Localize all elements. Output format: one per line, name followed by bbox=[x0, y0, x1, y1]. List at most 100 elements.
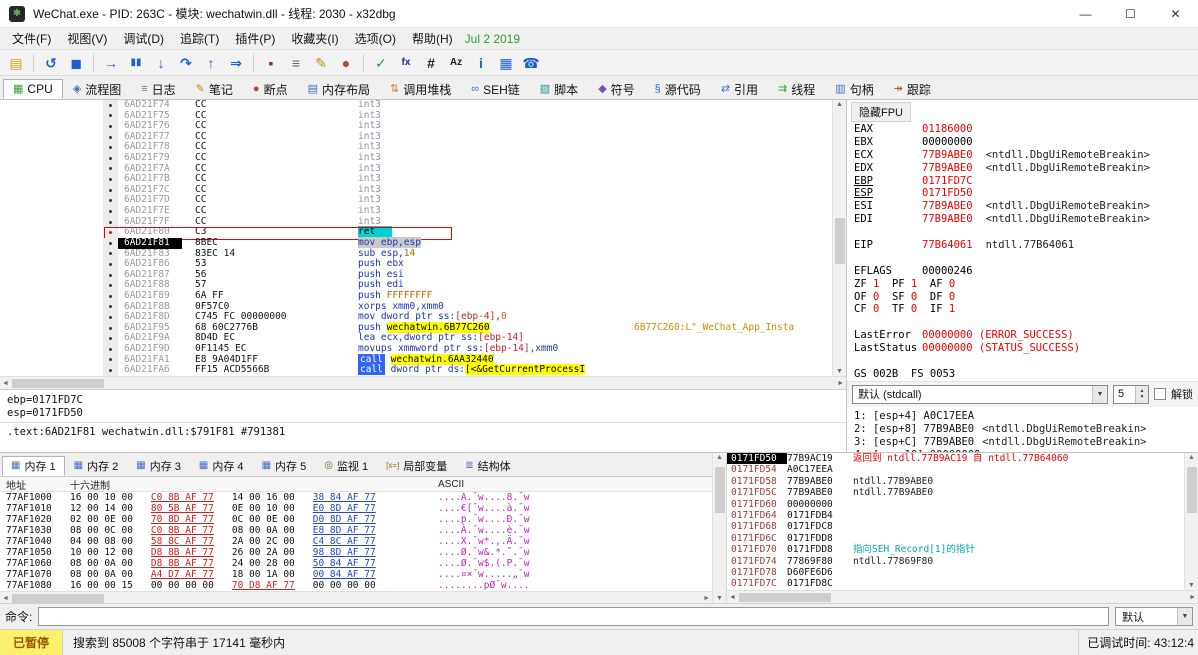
tab-内存 2[interactable]: ▦内存 2 bbox=[65, 456, 128, 476]
unlock-checkbox[interactable] bbox=[1154, 388, 1166, 400]
tab-脚本[interactable]: ▨脚本 bbox=[530, 79, 588, 99]
breakpoints-button[interactable]: ● bbox=[335, 52, 357, 74]
stop-button[interactable]: ◼ bbox=[65, 52, 87, 74]
attach-button[interactable]: ☎ bbox=[520, 52, 542, 74]
restart-button[interactable]: ↺ bbox=[40, 52, 62, 74]
call-arg-row[interactable]: 2: [esp+8] 77B9ABE0<ntdll.DbgUiRemoteBre… bbox=[854, 423, 1198, 436]
menu-item[interactable]: 追踪(T) bbox=[172, 28, 227, 49]
open-file-button[interactable]: ▤ bbox=[5, 52, 27, 74]
tab-日志[interactable]: ≡日志 bbox=[131, 79, 185, 99]
tab-流程图[interactable]: ◈流程图 bbox=[63, 79, 131, 99]
scroll-up-icon[interactable]: ▲ bbox=[1188, 454, 1195, 461]
disasm-vscrollbar[interactable]: ▲ ▼ bbox=[832, 100, 846, 376]
register-row[interactable]: EBP0171FD7C bbox=[854, 175, 1198, 188]
hide-fpu-button[interactable]: 隐藏FPU bbox=[851, 102, 911, 122]
minimize-button[interactable]: — bbox=[1063, 0, 1108, 27]
run-button[interactable]: → bbox=[100, 52, 122, 74]
tab-符号[interactable]: ◆符号 bbox=[588, 79, 644, 99]
stack-row[interactable]: 0171FD700171FDD8指向SEH_Record[1]的指针 bbox=[727, 544, 1184, 555]
register-row[interactable]: EBX00000000 bbox=[854, 136, 1198, 149]
tab-断点[interactable]: ●断点 bbox=[243, 79, 298, 99]
memory-map-button[interactable]: ▦ bbox=[495, 52, 517, 74]
command-input[interactable] bbox=[38, 607, 1109, 626]
register-row[interactable]: ESP0171FD50 bbox=[854, 187, 1198, 200]
stack-row[interactable]: 0171FD5077B9AC19返回到 ntdll.77B9AC19 自 ntd… bbox=[727, 453, 1184, 464]
stack-row[interactable]: 0171FD78D60FE6D6 bbox=[727, 567, 1184, 578]
register-row[interactable]: CF 0 TF 0 IF 1 bbox=[854, 303, 1198, 316]
register-row[interactable]: EDX77B9ABE0<ntdll.DbgUiRemoteBreakin> bbox=[854, 162, 1198, 175]
spinner-arrows-icon[interactable]: ▲▼ bbox=[1135, 386, 1148, 403]
memory-row[interactable]: 77AF107008 00 0A 00A4 D7 AF 7718 00 1A 0… bbox=[0, 569, 712, 580]
tab-内存 5[interactable]: ▦内存 5 bbox=[253, 456, 316, 476]
info-button[interactable]: i bbox=[470, 52, 492, 74]
register-row[interactable]: EAX01186000 bbox=[854, 123, 1198, 136]
call-arg-row[interactable]: 1: [esp+4] A0C17EEA bbox=[854, 410, 1198, 423]
scroll-thumb[interactable] bbox=[715, 467, 725, 513]
memory-row[interactable]: 77AF105010 00 12 00D8 8B AF 7726 00 2A 0… bbox=[0, 547, 712, 558]
scroll-left-icon[interactable]: ◄ bbox=[2, 380, 9, 387]
run-to-user-button[interactable]: ⇒ bbox=[225, 52, 247, 74]
scroll-down-icon[interactable]: ▼ bbox=[1188, 582, 1195, 589]
tab-线程[interactable]: ⇉线程 bbox=[768, 79, 825, 99]
register-row[interactable]: GS 002B FS 0053 bbox=[854, 368, 1198, 381]
tab-内存 4[interactable]: ▦内存 4 bbox=[190, 456, 253, 476]
scroll-up-icon[interactable]: ▲ bbox=[836, 101, 843, 108]
scroll-thumb[interactable] bbox=[835, 218, 845, 264]
stack-vscrollbar[interactable]: ▲ ▼ bbox=[1184, 453, 1198, 590]
menu-item[interactable]: 收藏夹(I) bbox=[283, 28, 346, 49]
register-row[interactable]: OF 0 SF 0 DF 0 bbox=[854, 291, 1198, 304]
step-over-button[interactable]: ↷ bbox=[175, 52, 197, 74]
stack-row[interactable]: 0171FD640171FDB4 bbox=[727, 510, 1184, 521]
stack-row[interactable]: 0171FD7477869F80ntdll.77869F80 bbox=[727, 556, 1184, 567]
register-row[interactable]: ECX77B9ABE0<ntdll.DbgUiRemoteBreakin> bbox=[854, 149, 1198, 162]
memory-row[interactable]: 77AF101012 00 14 0080 5B AF 770E 00 10 0… bbox=[0, 503, 712, 514]
scroll-thumb[interactable] bbox=[739, 593, 831, 602]
tab-局部变量[interactable]: [x=]局部变量 bbox=[377, 456, 456, 476]
scroll-thumb[interactable] bbox=[12, 594, 104, 603]
register-row[interactable]: EIP77B64061ntdll.77B64061 bbox=[854, 239, 1198, 252]
menu-item[interactable]: 插件(P) bbox=[227, 28, 283, 49]
command-profile-select[interactable]: 默认 ▼ bbox=[1115, 607, 1193, 626]
menu-item[interactable]: 视图(V) bbox=[59, 28, 115, 49]
step-into-button[interactable]: ↓ bbox=[150, 52, 172, 74]
disasm-hscrollbar[interactable]: ◄ ► bbox=[0, 376, 846, 389]
scroll-right-icon[interactable]: ► bbox=[1189, 594, 1196, 601]
menu-item[interactable]: 调试(D) bbox=[115, 28, 172, 49]
disassembly-view[interactable]: 6AD21F74CCint36AD21F75CCint36AD21F76CCin… bbox=[0, 100, 832, 376]
tab-SEH链[interactable]: ∞SEH链 bbox=[461, 79, 530, 99]
stack-row[interactable]: 0171FD7C0171FD8C bbox=[727, 578, 1184, 589]
register-row[interactable]: ESI77B9ABE0<ntdll.DbgUiRemoteBreakin> bbox=[854, 200, 1198, 213]
scroll-down-icon[interactable]: ▼ bbox=[716, 595, 723, 602]
memory-row[interactable]: 77AF103008 00 0C 00C0 8B AF 7708 00 0A 0… bbox=[0, 525, 712, 536]
scroll-down-icon[interactable]: ▼ bbox=[836, 368, 843, 375]
hash-button[interactable]: # bbox=[420, 52, 442, 74]
stack-row[interactable]: 0171FD680171FDC8 bbox=[727, 521, 1184, 532]
memory-vscrollbar[interactable]: ▲ ▼ bbox=[712, 453, 726, 603]
step-out-button[interactable]: ↑ bbox=[200, 52, 222, 74]
register-row[interactable]: ZF 1 PF 1 AF 0 bbox=[854, 278, 1198, 291]
scroll-left-icon[interactable]: ◄ bbox=[729, 594, 736, 601]
memory-dump[interactable]: 77AF100016 00 10 00C0 8B AF 7714 00 16 0… bbox=[0, 492, 712, 591]
menu-item[interactable]: 选项(O) bbox=[347, 28, 404, 49]
check-button[interactable]: ✓ bbox=[370, 52, 392, 74]
stack-view[interactable]: 0171FD5077B9AC19返回到 ntdll.77B9AC19 自 ntd… bbox=[727, 453, 1184, 590]
disasm-row[interactable]: 6AD21F818BECmov ebp,esp bbox=[0, 238, 832, 249]
close-button[interactable]: ✕ bbox=[1153, 0, 1198, 27]
functions-button[interactable]: fx bbox=[395, 52, 417, 74]
scroll-left-icon[interactable]: ◄ bbox=[2, 595, 9, 602]
memory-row[interactable]: 77AF106008 00 0A 00D8 8B AF 7724 00 28 0… bbox=[0, 558, 712, 569]
scroll-thumb[interactable] bbox=[1187, 467, 1197, 513]
memory-row[interactable]: 77AF104004 00 08 0058 8C AF 772A 00 2C 0… bbox=[0, 536, 712, 547]
menu-item[interactable]: 帮助(H) bbox=[404, 28, 461, 49]
scroll-right-icon[interactable]: ► bbox=[703, 595, 710, 602]
log-button[interactable]: ≡ bbox=[285, 52, 307, 74]
calling-convention-select[interactable]: 默认 (stdcall) ▼ bbox=[852, 385, 1108, 404]
tab-调用堆栈[interactable]: ⇅调用堆栈 bbox=[380, 79, 461, 99]
tab-源代码[interactable]: §源代码 bbox=[645, 79, 711, 99]
notes-button[interactable]: ✎ bbox=[310, 52, 332, 74]
memory-row[interactable]: 77AF108016 00 00 1500 00 00 0070 D8 AF 7… bbox=[0, 580, 712, 591]
stack-row[interactable]: 0171FD6C0171FDD8 bbox=[727, 533, 1184, 544]
register-row[interactable]: EFLAGS00000246 bbox=[854, 265, 1198, 278]
stack-row[interactable]: 0171FD5C77B9ABE0ntdll.77B9ABE0 bbox=[727, 487, 1184, 498]
tab-监视 1[interactable]: ◎监视 1 bbox=[315, 456, 377, 476]
